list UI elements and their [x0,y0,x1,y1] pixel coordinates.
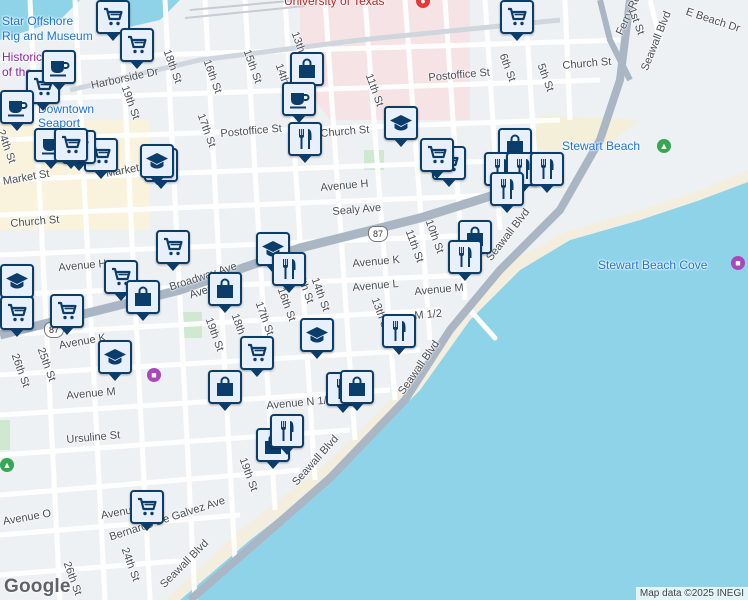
shopping-cart-marker[interactable] [500,0,534,41]
restaurant-marker[interactable] [448,240,482,281]
shopping-cart-marker[interactable] [54,128,88,169]
museum-icon[interactable]: ■ [147,368,161,382]
attraction-icon[interactable]: ■ [731,256,745,270]
shopping-cart-icon [135,495,159,519]
shopping-bag-icon [213,277,237,301]
school-marker[interactable] [384,106,418,147]
park-icon[interactable]: ▲ [0,458,14,472]
shopping-bag-marker[interactable] [290,52,324,93]
shopping-bag-marker[interactable] [340,370,374,411]
shopping-cart-icon [125,33,149,57]
shopping-bag-marker[interactable] [208,272,242,313]
restaurant-icon [293,127,317,151]
school-marker[interactable] [0,264,34,305]
place-label[interactable]: Star Offshore [2,14,73,28]
school-icon [5,269,29,293]
restaurant-marker[interactable] [530,152,564,193]
shopping-cart-marker[interactable] [130,490,164,531]
shopping-cart-marker[interactable] [240,336,274,377]
restaurant-marker[interactable] [272,252,306,293]
shopping-cart-icon [101,5,125,29]
shopping-cart-icon [5,301,29,325]
shopping-bag-icon [213,375,237,399]
restaurant-icon [277,257,301,281]
route-shield: 87 [368,226,388,242]
place-label[interactable]: Stewart Beach [562,139,640,153]
shopping-cart-icon [505,5,529,29]
school-icon [389,111,413,135]
school-icon [103,345,127,369]
shopping-cart-marker[interactable] [0,296,34,337]
coffee-icon [287,87,311,111]
street-label: M 1/2 [414,307,443,322]
restaurant-icon [387,319,411,343]
shopping-cart-icon [425,143,449,167]
shopping-bag-icon [295,57,319,81]
school-icon [305,323,329,347]
school-icon [145,149,169,173]
google-logo[interactable]: Google [4,576,71,598]
shopping-cart-marker[interactable] [156,230,190,271]
school-marker[interactable] [140,144,174,185]
map-attribution[interactable]: Map data ©2025 INEGI [635,587,748,600]
place-label[interactable]: University of Texas [284,0,384,8]
park-icon[interactable]: ▲ [657,139,671,153]
shopping-bag-marker[interactable] [208,370,242,411]
restaurant-icon [275,419,299,443]
restaurant-icon [495,177,519,201]
shopping-cart-marker[interactable] [120,28,154,69]
restaurant-marker[interactable] [382,314,416,355]
coffee-icon [47,55,71,79]
shopping-cart-marker[interactable] [420,138,454,179]
shopping-cart-icon [55,299,79,323]
restaurant-marker[interactable] [288,122,322,163]
shopping-cart-marker[interactable] [50,294,84,335]
coffee-marker[interactable] [0,90,34,131]
place-label[interactable]: Rig and Museum [2,29,93,43]
map-canvas[interactable]: 87 87 University of Texas Star Offshore … [0,0,748,600]
restaurant-icon [535,157,559,181]
restaurant-marker[interactable] [490,172,524,213]
restaurant-marker[interactable] [270,414,304,455]
shopping-bag-icon [345,375,369,399]
school-marker[interactable] [300,318,334,359]
shopping-bag-icon [131,285,155,309]
shopping-cart-icon [59,133,83,157]
place-label[interactable]: Stewart Beach Cove [598,258,707,272]
restaurant-icon [453,245,477,269]
shopping-cart-icon [161,235,185,259]
coffee-marker[interactable] [42,50,76,91]
shopping-bag-marker[interactable] [126,280,160,321]
coffee-icon [5,95,29,119]
school-marker[interactable] [98,340,132,381]
coffee-marker[interactable] [282,82,316,123]
shopping-cart-icon [245,341,269,365]
place-label[interactable]: Historic [2,50,42,64]
